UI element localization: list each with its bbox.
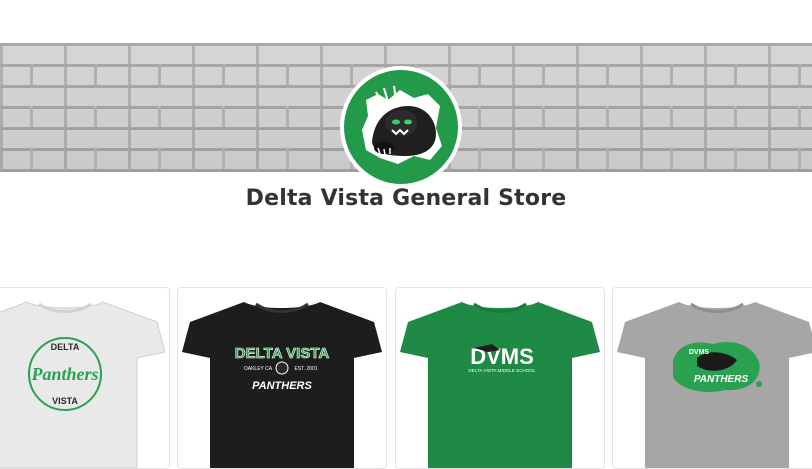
svg-text:DELTA VISTA: DELTA VISTA: [235, 345, 330, 362]
product-card[interactable]: DELTA VISTA OAKLEY CA EST. 2001 PANTHERS: [177, 287, 387, 469]
svg-text:Panthers: Panthers: [30, 364, 98, 384]
svg-text:VISTA: VISTA: [52, 396, 78, 406]
store-title: Delta Vista General Store: [245, 186, 567, 211]
svg-text:EST. 2001: EST. 2001: [294, 366, 317, 372]
product-card[interactable]: DVMS DELTA VISTA MIDDLE SCHOOL: [395, 287, 605, 469]
tshirt-image: DELTA VISTA OAKLEY CA EST. 2001 PANTHERS: [182, 302, 382, 468]
tshirt-image: DELTA Panthers VISTA: [0, 301, 166, 468]
svg-text:PANTHERS: PANTHERS: [694, 374, 749, 385]
tshirt-image: DVMS PANTHERS: [617, 302, 812, 468]
product-card[interactable]: DELTA Panthers VISTA: [0, 287, 170, 469]
panther-mascot-logo-icon: [344, 70, 458, 184]
svg-text:DELTA VISTA MIDDLE SCHOOL: DELTA VISTA MIDDLE SCHOOL: [468, 368, 536, 373]
svg-text:OAKLEY CA: OAKLEY CA: [244, 366, 273, 372]
svg-text:DVMS: DVMS: [689, 349, 710, 356]
svg-text:DELTA: DELTA: [51, 342, 80, 352]
store-logo[interactable]: [340, 66, 462, 188]
svg-text:PANTHERS: PANTHERS: [252, 380, 312, 392]
tshirt-image: DVMS DELTA VISTA MIDDLE SCHOOL: [400, 302, 600, 468]
product-card[interactable]: DVMS PANTHERS: [612, 287, 812, 469]
